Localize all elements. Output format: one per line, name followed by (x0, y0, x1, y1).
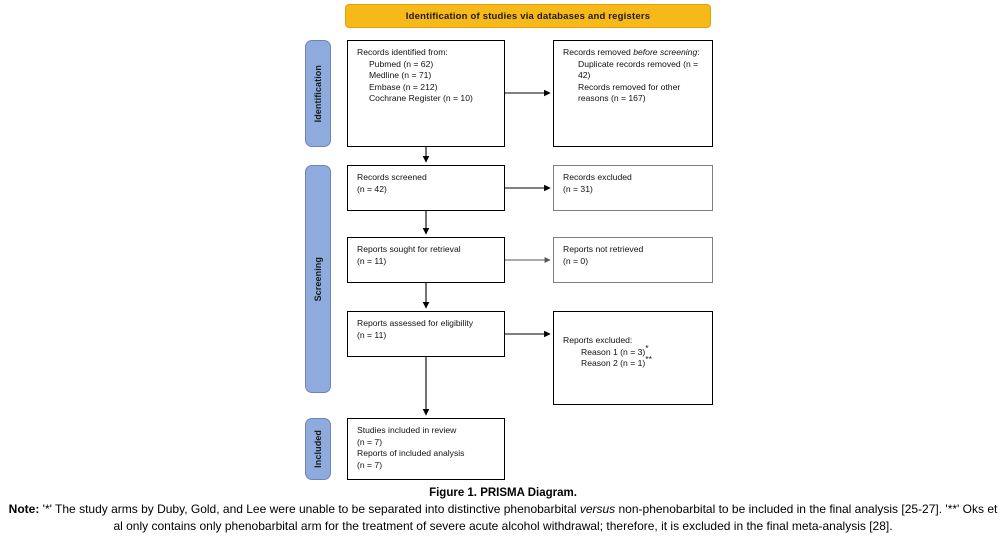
box-reports-excluded-reason-2: Reason 2 (n = 1)** (563, 355, 704, 370)
box-records-identified-text: Records identified from: Pubmed (n = 62)… (357, 47, 473, 104)
stage-rail-included: Included (305, 418, 331, 480)
box-reports-excluded-title: Reports excluded: (563, 335, 633, 345)
box-records-identified: Records identified from: Pubmed (n = 62)… (347, 40, 505, 147)
box-records-removed-line3: Records removed for other reasons (n = 1… (578, 81, 683, 104)
figure-note-label: Note: (8, 502, 40, 516)
box-records-screened: Records screened (n = 42) (347, 165, 505, 211)
box-reports-not-retrieved-text: Reports not retrieved (n = 0) (563, 244, 644, 266)
stage-rail-screening: Screening (305, 165, 331, 393)
reason-2-mark: ** (645, 354, 652, 365)
stage-rail-screening-label: Screening (313, 256, 323, 302)
box-studies-included-text: Studies included in review (n = 7) Repor… (357, 425, 465, 470)
figure-note: Note: '*' The study arms by Duby, Gold, … (0, 501, 1006, 534)
box-studies-included: Studies included in review (n = 7) Repor… (347, 418, 505, 480)
box-reports-excluded: Reports excluded: Reason 1 (n = 3)* Reas… (553, 311, 713, 405)
reason-1-text: Reason 1 (n = 3) (581, 346, 646, 357)
identification-banner-label: Identification of studies via databases … (405, 10, 651, 22)
stage-rail-identification-label: Identification (313, 64, 323, 123)
stage-rail-identification: Identification (305, 40, 331, 147)
box-records-removed-sublines2: Records removed for other reasons (n = 1… (563, 82, 704, 105)
box-reports-not-retrieved: Reports not retrieved (n = 0) (553, 237, 713, 283)
identification-banner: Identification of studies via databases … (345, 4, 711, 28)
box-records-removed: Records removed before screening: Duplic… (553, 40, 713, 147)
box-records-excluded: Records excluded (n = 31) (553, 165, 713, 211)
box-reports-assessed: Reports assessed for eligibility (n = 11… (347, 311, 505, 357)
reason-2-text: Reason 2 (n = 1) (581, 358, 646, 369)
figure-title: Figure 1. PRISMA Diagram. (429, 487, 577, 499)
stage-rail-included-label: Included (313, 430, 323, 468)
box-records-removed-line2: Duplicate records removed (n = 42) (578, 58, 701, 81)
figure-note-part-2: non-phenobarbital to be included in the … (615, 502, 946, 516)
box-records-removed-sublines: Duplicate records removed (n = 42) (563, 59, 704, 82)
box-reports-sought-text: Reports sought for retrieval (n = 11) (357, 244, 461, 266)
box-reports-excluded-reason-1: Reason 1 (n = 3)* (563, 343, 704, 359)
reason-1-mark: * (645, 342, 649, 353)
figure-note-italic-1: versus (579, 502, 616, 516)
figure-note-mark-2: '**' (945, 502, 960, 516)
box-records-screened-text: Records screened (n = 42) (357, 172, 427, 194)
box-records-excluded-text: Records excluded (n = 31) (563, 172, 632, 194)
box-records-removed-line1: Records removed before screening: (563, 47, 700, 57)
box-records-removed-text: Records removed before screening: (563, 47, 704, 59)
box-reports-sought: Reports sought for retrieval (n = 11) (347, 237, 505, 283)
box-reports-assessed-text: Reports assessed for eligibility (n = 11… (357, 318, 474, 340)
prisma-diagram: Identification of studies via databases … (0, 0, 1006, 486)
figure-note-part-1: The study arms by Duby, Gold, and Lee we… (51, 502, 580, 516)
figure-note-mark-1: '*' (42, 502, 52, 516)
figure-caption: Figure 1. PRISMA Diagram. Note: '*' The … (0, 486, 1006, 534)
